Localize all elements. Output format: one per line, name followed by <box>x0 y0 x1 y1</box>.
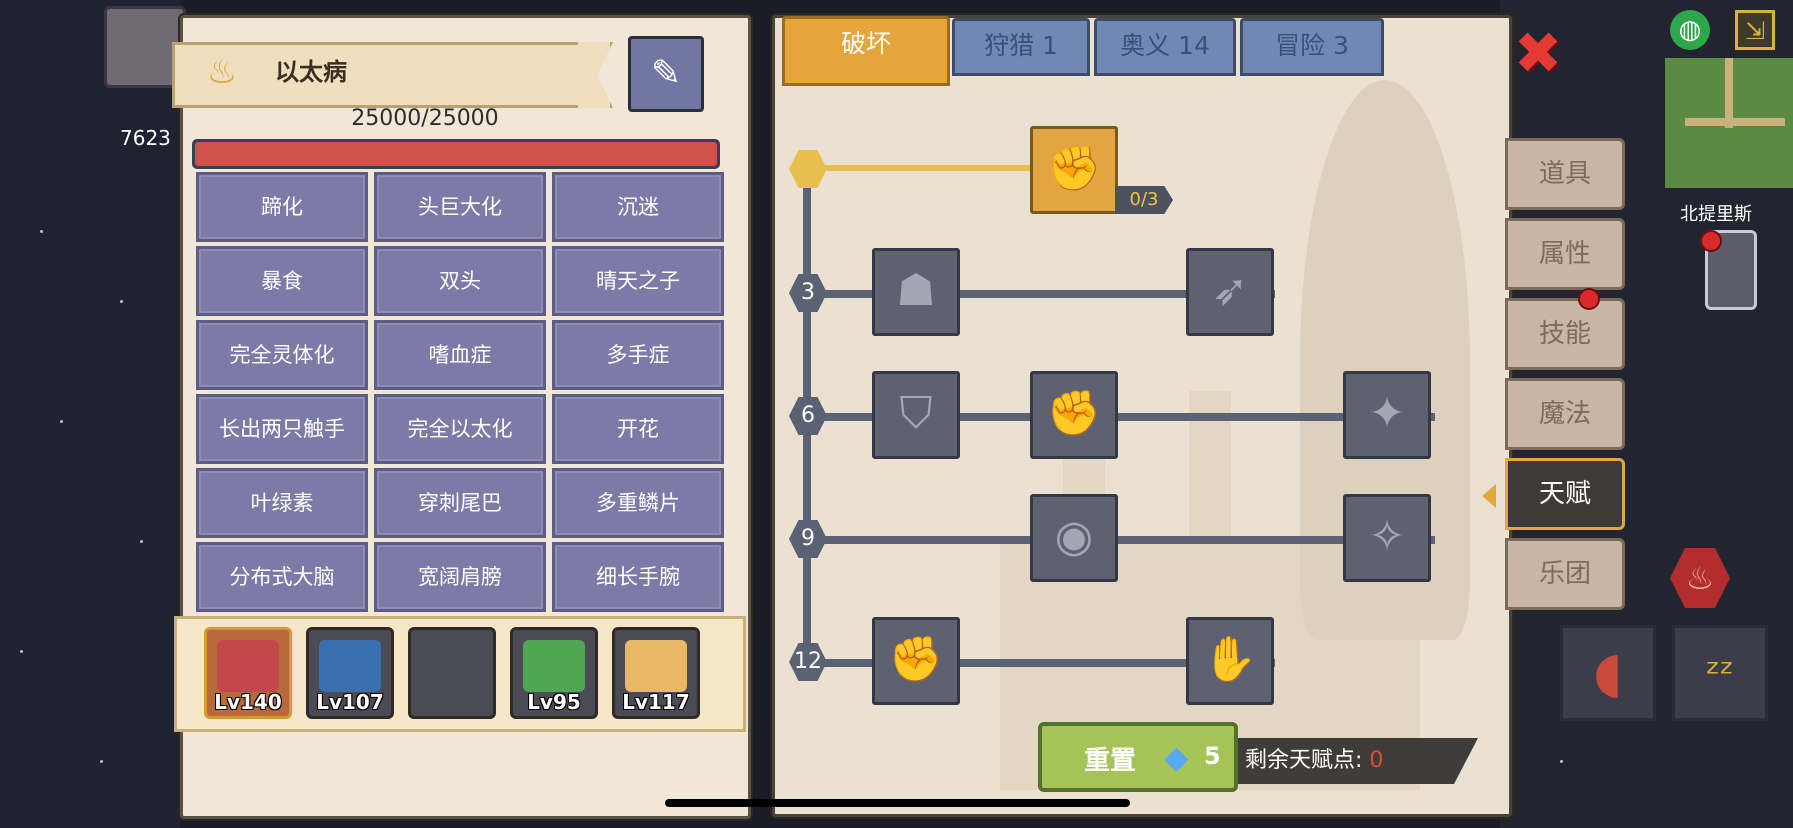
side-menu-item[interactable]: 魔法 <box>1505 378 1625 450</box>
trait-cell[interactable]: 头巨大化 <box>374 172 546 242</box>
row-9-line <box>805 536 1435 544</box>
talent-tab[interactable]: 狩猎 1 <box>952 18 1090 76</box>
coin-count: 7623 <box>120 126 171 150</box>
side-menu-item[interactable]: 天赋 <box>1505 458 1625 530</box>
trait-cell[interactable]: 长出两只触手 <box>196 394 368 464</box>
disease-title: 以太病 <box>275 58 347 86</box>
syringe-icon: ✎ <box>650 53 682 94</box>
trait-cell[interactable]: 多手症 <box>552 320 724 390</box>
trait-cell[interactable]: 沉迷 <box>552 172 724 242</box>
trait-cell[interactable]: 蹄化 <box>196 172 368 242</box>
talent-points-display: 剩余天赋点: 0 <box>1238 738 1478 784</box>
trait-cell[interactable]: 多重鳞片 <box>552 468 724 538</box>
close-icon: ✖ <box>1513 19 1563 87</box>
avatar <box>523 640 585 692</box>
trait-cell[interactable]: 晴天之子 <box>552 246 724 316</box>
trait-cell[interactable]: 嗜血症 <box>374 320 546 390</box>
game-world-left <box>0 0 180 828</box>
ether-swirl-icon: ♨ <box>206 52 238 92</box>
active-arrow <box>1482 484 1496 508</box>
side-menu-item[interactable]: 道具 <box>1505 138 1625 210</box>
power-fist-icon[interactable]: ✊ <box>1030 371 1118 459</box>
trait-cell[interactable]: 穿刺尾巴 <box>374 468 546 538</box>
talent-tab[interactable]: 奥义 14 <box>1094 18 1236 76</box>
meat-icon[interactable]: ◖ <box>1560 625 1656 721</box>
trait-cell[interactable]: 细长手腕 <box>552 542 724 612</box>
reset-button[interactable]: 重置 ◆ 5 <box>1038 722 1238 792</box>
avatar <box>217 640 279 692</box>
trait-cell[interactable]: 开花 <box>552 394 724 464</box>
trait-grid: 蹄化 头巨大化 沉迷暴食 双头 晴天之子完全灵体化 嗜血症 多手症长出两只触手 完全以太化 开花… <box>196 172 724 612</box>
reset-label: 重置 <box>1084 746 1137 776</box>
minimap[interactable] <box>1665 58 1793 188</box>
hp-bar <box>192 139 720 169</box>
member-level: Lv107 <box>316 690 384 714</box>
side-menu-item[interactable]: 属性 <box>1505 218 1625 290</box>
trait-cell[interactable]: 叶绿素 <box>196 468 368 538</box>
muscle-body-icon[interactable]: ☗ <box>872 248 960 336</box>
winged-drop-icon[interactable]: ✧ <box>1343 494 1431 582</box>
handshake-icon[interactable]: ✊ <box>1030 126 1118 214</box>
blade-splash-icon[interactable]: ✦ <box>1343 371 1431 459</box>
trait-cell[interactable]: 完全以太化 <box>374 394 546 464</box>
hp-text: 25000/25000 <box>351 106 499 131</box>
raised-fist-icon[interactable]: ✊ <box>872 617 960 705</box>
talent-points-label: 剩余天赋点: <box>1245 748 1363 773</box>
sleep-icon[interactable]: ᶻᶻ <box>1672 625 1768 721</box>
trait-cell[interactable]: 暴食 <box>196 246 368 316</box>
side-menu-item[interactable]: 技能 <box>1505 298 1625 370</box>
member-level: Lv117 <box>622 690 690 714</box>
exit-icon[interactable]: ⇲ <box>1735 10 1775 50</box>
avatar <box>625 640 687 692</box>
ground-slam-icon[interactable]: ◉ <box>1030 494 1118 582</box>
talent-tab[interactable]: 破坏 <box>782 16 950 86</box>
trait-cell[interactable]: 完全灵体化 <box>196 320 368 390</box>
team-member-slot[interactable]: Lv140 <box>204 627 292 719</box>
npc-name: 北提里斯 <box>1680 204 1752 225</box>
trait-cell[interactable]: 双头 <box>374 246 546 316</box>
close-button[interactable]: ✖ <box>1510 24 1566 82</box>
notification-dot <box>1578 288 1600 310</box>
tree-top-line <box>805 165 1045 171</box>
syringe-button[interactable]: ✎ <box>628 36 704 112</box>
arrow-strike-icon[interactable]: ➶ <box>1186 248 1274 336</box>
side-menu-item[interactable]: 乐团 <box>1505 538 1625 610</box>
member-level: Lv140 <box>214 690 282 714</box>
team-member-slot[interactable]: Lv107 <box>306 627 394 719</box>
talent-tab[interactable]: 冒险 3 <box>1240 18 1384 76</box>
avatar <box>319 640 381 692</box>
notification-dot <box>1700 230 1722 252</box>
member-level: Lv95 <box>527 690 581 714</box>
reset-cost: 5 <box>1204 742 1221 770</box>
team-member-slot[interactable] <box>408 627 496 719</box>
hp-fill <box>195 142 717 166</box>
fist-block-icon[interactable]: ✋ <box>1186 617 1274 705</box>
globe-icon[interactable]: ◍ <box>1670 10 1710 50</box>
talent-points-value: 0 <box>1369 748 1384 773</box>
trait-cell[interactable]: 分布式大脑 <box>196 542 368 612</box>
top-node-count: 0/3 <box>1115 186 1173 214</box>
team-member-slot[interactable]: Lv117 <box>612 627 700 719</box>
home-indicator[interactable] <box>665 799 1130 807</box>
trait-cell[interactable]: 宽阔肩膀 <box>374 542 546 612</box>
diamond-icon: ◆ <box>1164 738 1189 776</box>
shield-break-icon[interactable]: ⛉ <box>872 371 960 459</box>
team-member-slot[interactable]: Lv95 <box>510 627 598 719</box>
